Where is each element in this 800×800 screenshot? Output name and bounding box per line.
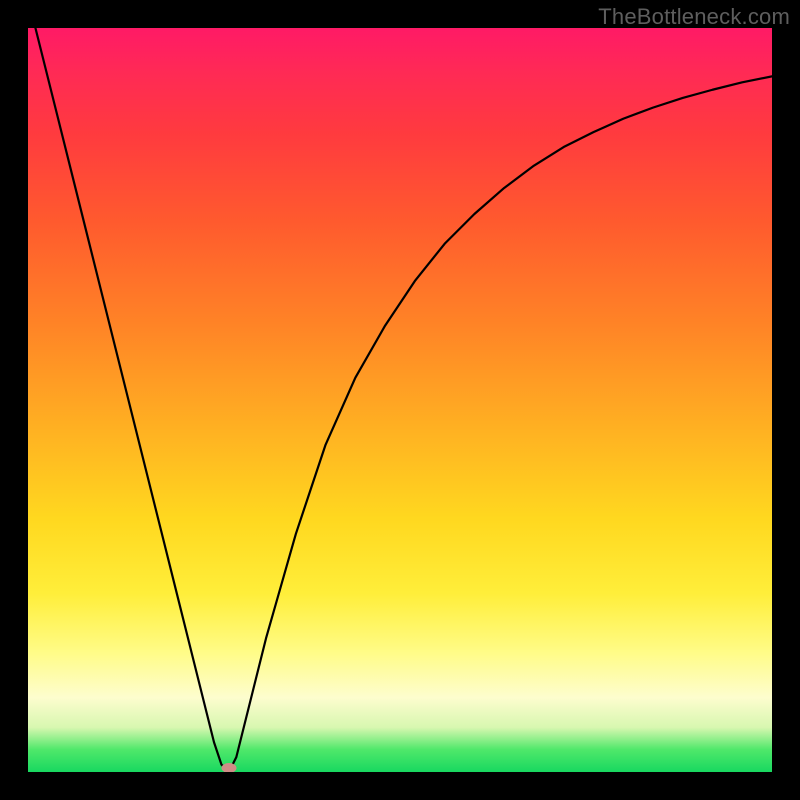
plot-area [28,28,772,772]
minimum-marker [221,763,236,772]
chart-frame: TheBottleneck.com [0,0,800,800]
watermark-text: TheBottleneck.com [598,4,790,30]
bottleneck-curve [28,28,772,772]
